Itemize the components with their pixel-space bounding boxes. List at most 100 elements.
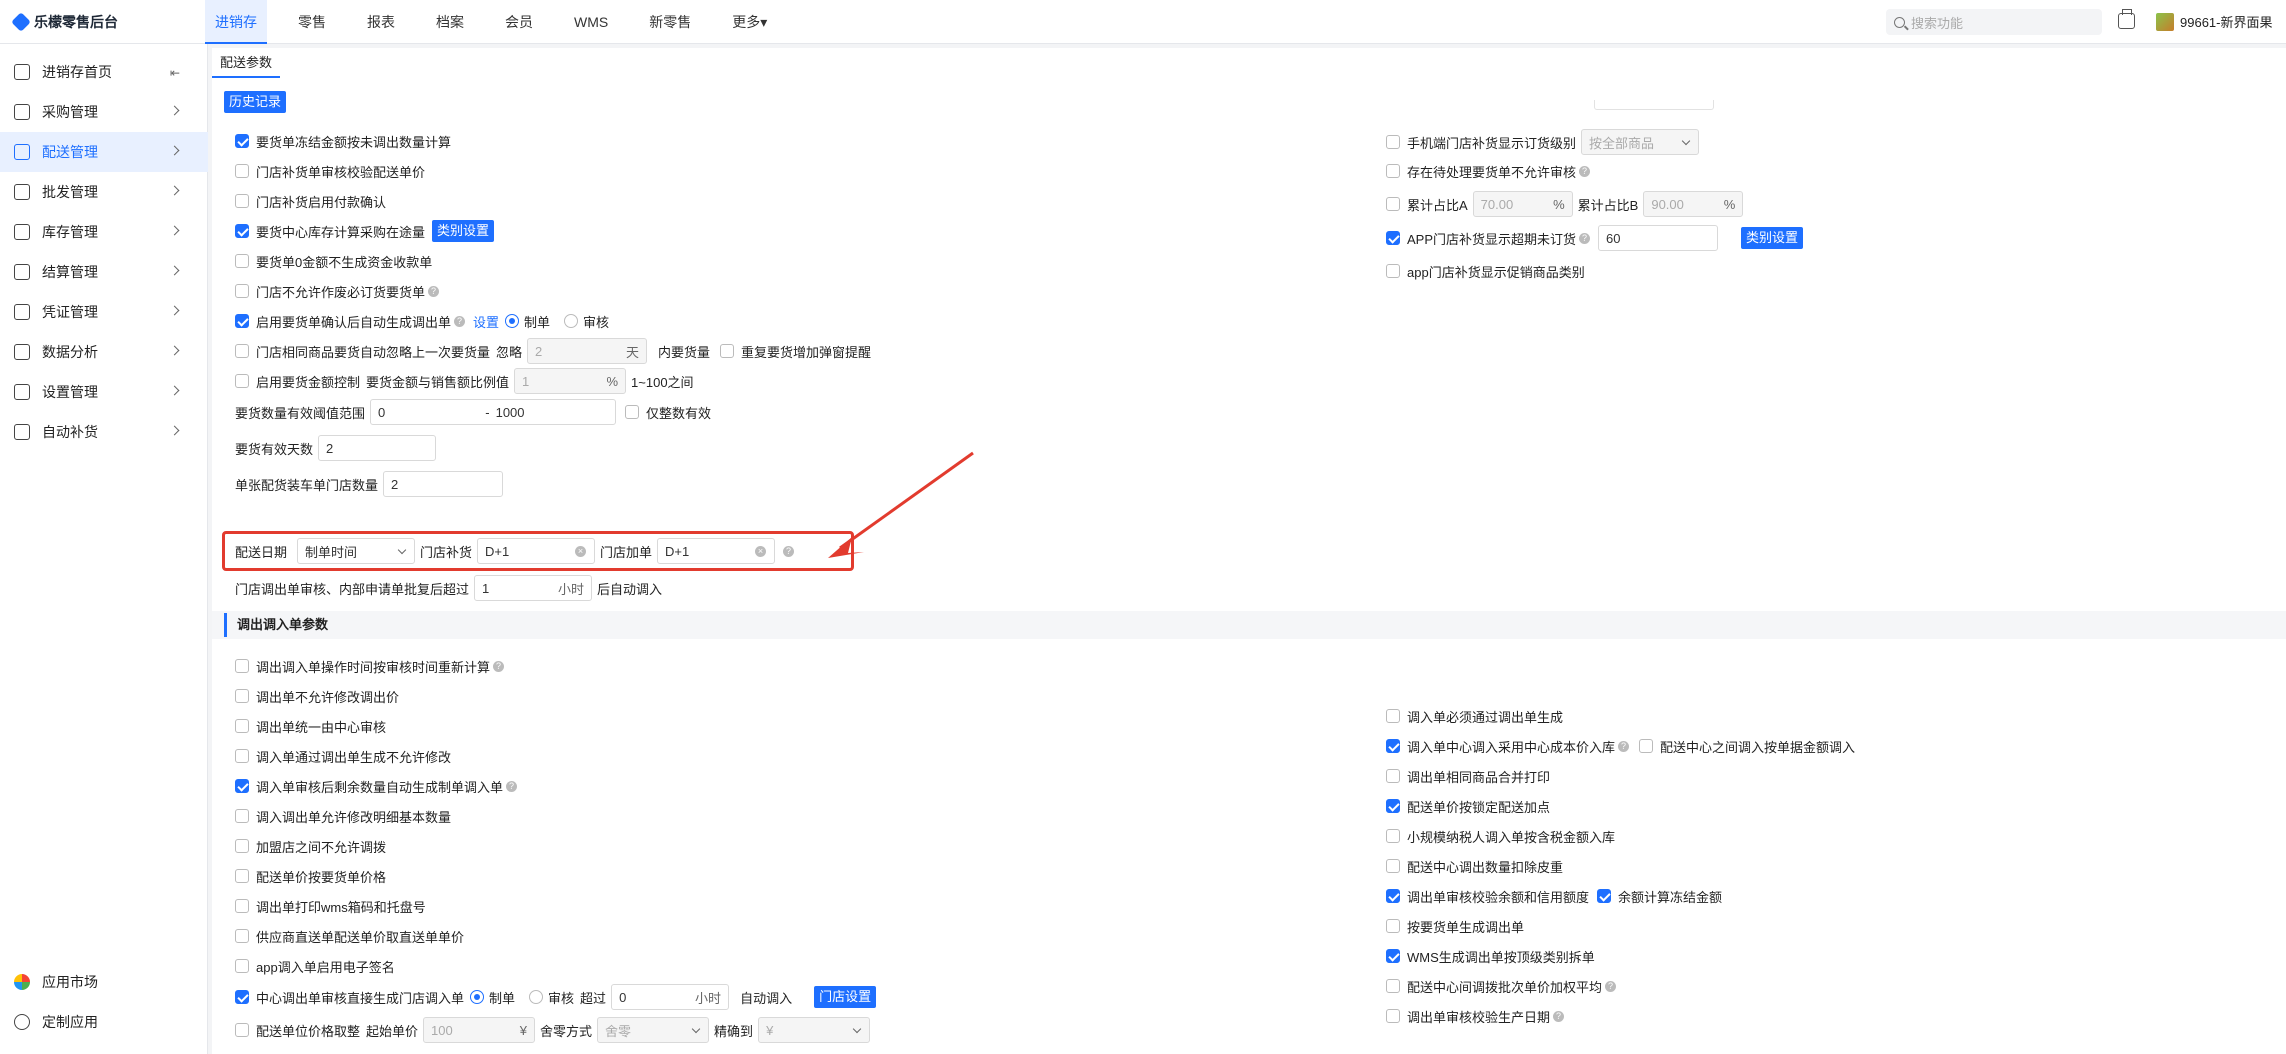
collapse-icon[interactable]: ⇤ [170, 66, 180, 80]
radio-audit[interactable] [529, 990, 544, 1004]
checkbox[interactable] [235, 809, 249, 823]
checkbox[interactable] [720, 344, 735, 358]
checkbox[interactable] [1386, 949, 1400, 963]
help-icon[interactable]: ? [1579, 232, 1591, 244]
radio-audit[interactable] [564, 314, 579, 328]
overdue-days-input[interactable]: 60 [1598, 225, 1719, 251]
checkbox[interactable] [1386, 135, 1400, 149]
sidebar-item-app-market[interactable]: 应用市场 [0, 962, 208, 1002]
checkbox[interactable] [1386, 264, 1400, 278]
center-hours-input[interactable]: 0 小时 [611, 984, 730, 1010]
add-order-input[interactable]: D+1 × [657, 538, 776, 564]
checkbox[interactable] [235, 689, 249, 703]
valid-days-input[interactable]: 2 [318, 435, 437, 461]
checkbox[interactable] [235, 194, 249, 208]
settings-link[interactable]: 设置 [473, 312, 499, 331]
search-input[interactable]: 搜索功能 [1886, 9, 2102, 35]
sidebar-item-auto-replenish[interactable]: 自动补货 [0, 412, 208, 452]
help-icon[interactable]: ? [428, 285, 440, 297]
order-level-select[interactable]: 按全部商品 [1581, 129, 1700, 155]
checkbox[interactable] [235, 1023, 249, 1037]
sidebar-item-inventory-home[interactable]: 进销存首页 ⇤ [0, 52, 208, 92]
checkbox[interactable] [235, 779, 249, 793]
checkbox[interactable] [235, 374, 249, 388]
sidebar-item-distribution[interactable]: 配送管理 [0, 132, 208, 172]
app-logo[interactable]: 乐檬零售后台 [11, 12, 118, 32]
start-price-input[interactable]: 100 ¥ [423, 1017, 536, 1043]
radio-draft[interactable] [470, 990, 485, 1004]
delivery-date-select[interactable]: 制单时间 [297, 538, 416, 564]
checkbox[interactable] [1639, 739, 1654, 753]
nav-retail[interactable]: 零售 [288, 0, 336, 44]
checkbox[interactable] [235, 284, 249, 298]
round-mode-select[interactable]: 舍零 [597, 1017, 710, 1043]
page-tab[interactable]: 配送参数 [212, 48, 281, 78]
nav-members[interactable]: 会员 [495, 0, 543, 44]
sidebar-item-stock[interactable]: 库存管理 [0, 212, 208, 252]
checkbox[interactable] [235, 659, 249, 673]
checkbox[interactable] [235, 749, 249, 763]
checkbox[interactable] [1386, 979, 1400, 993]
help-icon[interactable]: ? [493, 660, 505, 672]
ignore-days-input[interactable]: 2 天 [527, 338, 648, 364]
sidebar-item-analytics[interactable]: 数据分析 [0, 332, 208, 372]
clear-icon[interactable]: × [755, 546, 767, 557]
checkbox[interactable] [235, 314, 249, 328]
nav-more[interactable]: 更多▾ [722, 0, 777, 44]
nav-new-retail[interactable]: 新零售 [639, 0, 701, 44]
help-icon[interactable]: ? [1579, 165, 1591, 177]
checkbox[interactable] [235, 344, 249, 358]
checkbox[interactable] [1386, 739, 1400, 753]
checkbox[interactable] [235, 134, 249, 148]
history-button[interactable]: 历史记录 [224, 91, 287, 113]
user-menu[interactable]: 99661-新界面果 [2156, 12, 2272, 31]
sidebar-item-settings[interactable]: 设置管理 [0, 372, 208, 412]
checkbox[interactable] [1386, 769, 1400, 783]
checkbox[interactable] [1386, 231, 1400, 245]
ratio-input[interactable]: 1 % [514, 368, 627, 394]
checkbox[interactable] [1386, 1009, 1400, 1023]
clear-icon[interactable]: × [575, 546, 587, 557]
sidebar-item-settlement[interactable]: 结算管理 [0, 252, 208, 292]
checkbox[interactable] [625, 405, 640, 419]
category-settings-button[interactable]: 类别设置 [432, 220, 495, 242]
threshold-range-input[interactable]: 0 - 1000 [370, 399, 617, 425]
radio-draft[interactable] [505, 314, 520, 328]
precision-select[interactable]: ¥ [758, 1017, 871, 1043]
replenish-input[interactable]: D+1 × [477, 538, 596, 564]
checkbox[interactable] [1597, 889, 1612, 903]
checkbox[interactable] [1386, 799, 1400, 813]
category-settings-button[interactable]: 类别设置 [1741, 227, 1804, 249]
store-count-input[interactable]: 2 [383, 471, 504, 497]
nav-archives[interactable]: 档案 [426, 0, 474, 44]
checkbox[interactable] [235, 929, 249, 943]
checkbox[interactable] [1386, 919, 1400, 933]
cumulative-b-input[interactable]: 90.00 % [1643, 191, 1744, 217]
checkbox[interactable] [1386, 889, 1400, 903]
checkbox[interactable] [235, 164, 249, 178]
checkbox[interactable] [235, 959, 249, 973]
checkbox[interactable] [235, 869, 249, 883]
checkbox[interactable] [235, 254, 249, 268]
checkbox[interactable] [1386, 164, 1400, 178]
help-icon[interactable]: ? [1618, 740, 1630, 752]
help-icon[interactable]: ? [1553, 1010, 1565, 1022]
checkbox[interactable] [1386, 709, 1400, 723]
help-icon[interactable]: ? [506, 780, 518, 792]
printer-icon[interactable] [2118, 9, 2135, 29]
checkbox[interactable] [235, 990, 249, 1004]
cumulative-a-input[interactable]: 70.00 % [1472, 191, 1573, 217]
nav-wms[interactable]: WMS [564, 0, 618, 44]
sidebar-item-custom-apps[interactable]: 定制应用 [0, 1002, 208, 1042]
nav-reports[interactable]: 报表 [357, 0, 405, 44]
sidebar-item-wholesale[interactable]: 批发管理 [0, 172, 208, 212]
help-icon[interactable]: ? [454, 315, 466, 327]
checkbox[interactable] [1386, 859, 1400, 873]
help-icon[interactable]: ? [1605, 980, 1617, 992]
auto-import-hours-input[interactable]: 1 小时 [474, 575, 593, 601]
checkbox[interactable] [1386, 829, 1400, 843]
checkbox[interactable] [235, 899, 249, 913]
store-settings-button[interactable]: 门店设置 [814, 986, 877, 1008]
checkbox[interactable] [235, 224, 249, 238]
help-icon[interactable]: ? [783, 545, 795, 557]
